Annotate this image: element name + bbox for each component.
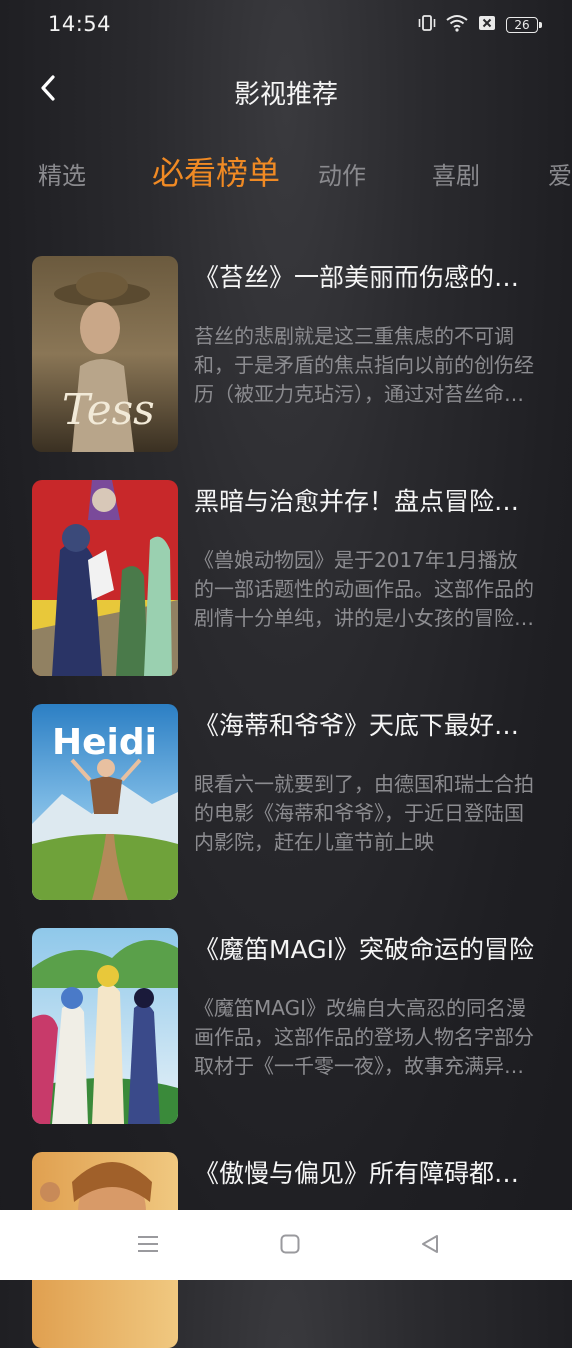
- vibrate-icon: [418, 14, 436, 36]
- status-time: 14:54: [48, 12, 112, 36]
- poster-title-text: Tess: [62, 385, 155, 434]
- tab-comedy[interactable]: 喜剧: [432, 156, 480, 191]
- list-item[interactable]: 《魔笛MAGI》突破命运的冒险 《魔笛MAGI》改编自大高忍的同名漫画作品，这部…: [0, 928, 572, 1124]
- page-title: 影视推荐: [233, 80, 338, 110]
- battery-icon: 26: [506, 17, 542, 33]
- header: 影视推荐: [0, 60, 572, 120]
- tab-must-watch[interactable]: 必看榜单: [152, 148, 280, 194]
- tab-action[interactable]: 动作: [318, 156, 366, 191]
- nav-home-button[interactable]: [272, 1228, 308, 1264]
- menu-icon: [137, 1234, 159, 1258]
- item-description: 《兽娘动物园》是于2017年1月播放的一部话题性的动画作品。这部作品的剧情十分单…: [194, 548, 534, 630]
- item-title: 《傲慢与偏见》所有障碍都会消失: [194, 1159, 542, 1188]
- tab-romance[interactable]: 爱: [548, 156, 572, 191]
- nav-menu-button[interactable]: [130, 1228, 166, 1264]
- sim-off-icon: [478, 14, 496, 36]
- poster-image: Tess: [32, 256, 178, 452]
- poster-image: Heidi: [32, 704, 178, 900]
- home-square-icon: [280, 1234, 300, 1258]
- list-item[interactable]: 黑暗与治愈并存！盘点冒险类动画 《兽娘动物园》是于2017年1月播放的一部话题性…: [0, 480, 572, 676]
- back-triangle-icon: [420, 1234, 440, 1258]
- item-title: 《苔丝》一部美丽而伤感的电影: [194, 263, 542, 292]
- item-title: 《魔笛MAGI》突破命运的冒险: [194, 935, 534, 964]
- item-description: 眼看六一就要到了，由德国和瑞士合拍的电影《海蒂和爷爷》，于近日登陆国内影院，赶在…: [194, 772, 534, 854]
- item-description: 《魔笛MAGI》改编自大高忍的同名漫画作品，这部作品的登场人物名字部分取材于《一…: [194, 996, 534, 1078]
- poster-image: [32, 480, 178, 676]
- tab-featured[interactable]: 精选: [38, 156, 86, 191]
- item-description: 苔丝的悲剧就是这三重焦虑的不可调和，于是矛盾的焦点指向以前的创伤经历（被亚力克玷…: [194, 324, 534, 406]
- wifi-icon: [446, 14, 468, 36]
- nav-back-button[interactable]: [412, 1228, 448, 1264]
- item-title: 黑暗与治愈并存！盘点冒险类动画: [194, 487, 542, 516]
- poster-title-text: Heidi: [52, 722, 157, 763]
- status-icons: 26: [418, 14, 542, 36]
- status-bar: 14:54 26: [0, 0, 572, 50]
- poster-image: [32, 928, 178, 1124]
- item-title: 《海蒂和爷爷》天底下最好的爷爷: [194, 711, 542, 740]
- system-nav-bar: [0, 1210, 572, 1280]
- category-tabs: 精选 必看榜单 动作 喜剧 爱: [0, 142, 572, 206]
- list-item[interactable]: Tess 《苔丝》一部美丽而伤感的电影 苔丝的悲剧就是这三重焦虑的不可调和，于是…: [0, 256, 572, 452]
- list-item[interactable]: Heidi 《海蒂和爷爷》天底下最好的爷爷 眼看六一就要到了，由德国和瑞士合拍的…: [0, 704, 572, 900]
